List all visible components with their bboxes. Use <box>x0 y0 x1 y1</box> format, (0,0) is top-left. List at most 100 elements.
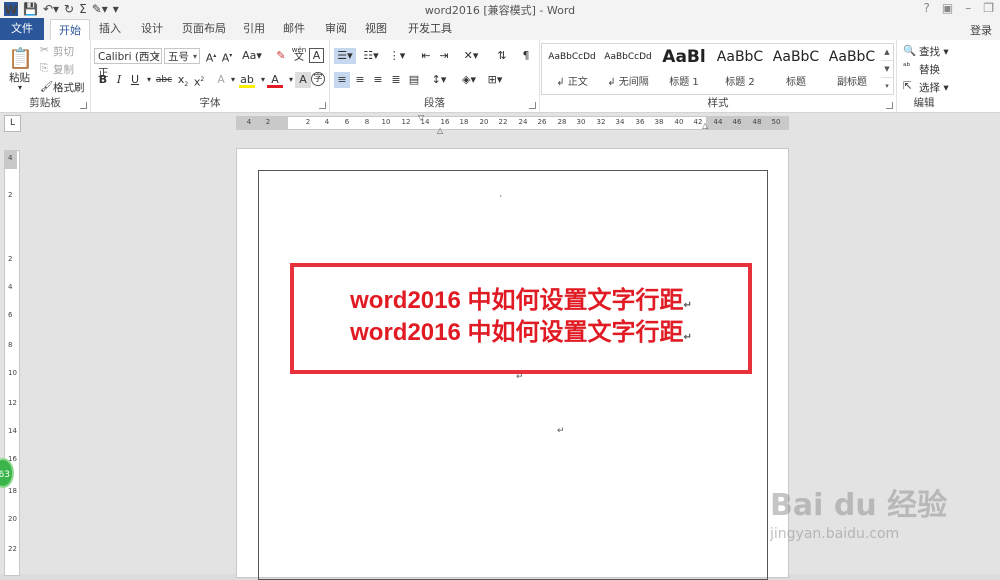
restore-icon[interactable]: ❐ <box>983 1 994 15</box>
style-subtitle[interactable]: AaBbC 副标题 <box>824 44 880 92</box>
editing-label: 编辑 <box>913 97 935 109</box>
align-center-icon[interactable]: ≡ <box>352 72 368 88</box>
tab-view[interactable]: 视图 <box>358 18 394 40</box>
ruler-number: 2 <box>8 191 13 199</box>
phonetic-guide-icon[interactable]: wén 文 <box>291 46 307 63</box>
tab-mailings[interactable]: 邮件 <box>276 18 312 40</box>
paragraph-mark: ↵ <box>683 332 692 343</box>
shrink-font-icon[interactable]: A▾ <box>219 48 235 65</box>
strikethrough-icon[interactable]: abc <box>153 72 175 88</box>
paragraph-group: ☰▾ ☷▾ ⋮▾ ⇤ ⇥ ✕▾ ⇅ ¶ ≡ ≡ ≡ ≣ ▤ ↕▾ ◈▾ ⊞▾ 段… <box>330 40 540 112</box>
superscript-icon[interactable]: x2 <box>191 72 207 89</box>
ribbon-display-icon[interactable]: ▣ <box>942 1 953 15</box>
scroll-down-icon[interactable]: ▼ <box>881 61 893 78</box>
change-case-icon[interactable]: Aa▾ <box>241 48 263 64</box>
italic-icon[interactable]: I <box>111 72 127 88</box>
style-no-spacing[interactable]: AaBbCcDd ↲ 无间隔 <box>600 44 656 92</box>
styles-scroller: ▲ ▼ ▾ <box>881 43 894 95</box>
align-left-icon[interactable]: ≡ <box>334 72 350 88</box>
font-family-select[interactable]: Calibri (西文正 ▾ <box>94 48 162 79</box>
tab-insert[interactable]: 插入 <box>92 18 128 40</box>
highlight-icon[interactable]: ab <box>239 72 255 88</box>
justify-icon[interactable]: ≣ <box>388 72 404 88</box>
tab-file[interactable]: 文件 <box>0 18 44 40</box>
decrease-indent-icon[interactable]: ⇤ <box>418 48 434 64</box>
font-color-icon[interactable]: A <box>267 72 283 88</box>
cut-button[interactable]: 剪切 <box>53 44 74 59</box>
ruler-number: 36 <box>635 118 645 126</box>
hanging-indent-icon[interactable]: △ <box>437 126 443 135</box>
right-indent-icon[interactable]: △ <box>702 121 708 130</box>
clear-format-icon[interactable]: ✎ <box>273 48 289 64</box>
paste-dropdown-icon[interactable]: ▾ <box>18 83 22 92</box>
chinese-layout-icon[interactable]: ✕▾ <box>460 48 482 64</box>
minimize-icon[interactable]: – <box>965 1 971 15</box>
tab-review[interactable]: 审阅 <box>318 18 354 40</box>
tab-home[interactable]: 开始 <box>50 19 90 41</box>
tab-references[interactable]: 引用 <box>236 18 272 40</box>
character-border-icon[interactable]: A <box>309 48 324 63</box>
tab-developer[interactable]: 开发工具 <box>402 18 458 40</box>
tab-page-layout[interactable]: 页面布局 <box>176 18 232 40</box>
character-shading-icon[interactable]: A <box>295 72 311 88</box>
cut-icon[interactable]: ✂ <box>40 44 49 56</box>
numbering-icon[interactable]: ☷▾ <box>360 48 382 64</box>
grow-font-icon[interactable]: A▴ <box>203 48 219 65</box>
shading-icon[interactable]: ◈▾ <box>458 72 480 88</box>
distributed-icon[interactable]: ▤ <box>406 72 422 88</box>
replace-button[interactable]: 替换 <box>919 62 940 77</box>
multilevel-list-icon[interactable]: ⋮▾ <box>386 48 408 64</box>
ruler-number: 22 <box>8 545 17 553</box>
style-name-text: 正文 <box>567 77 588 88</box>
copy-icon[interactable]: ⎘ <box>40 62 48 75</box>
style-heading-1[interactable]: AaBl 标题 1 <box>656 44 712 92</box>
tab-design[interactable]: 设计 <box>134 18 170 40</box>
ruler-number: 2 <box>8 255 13 263</box>
styles-launcher-icon[interactable] <box>886 102 893 109</box>
first-line-indent-icon[interactable]: ▽ <box>418 113 424 122</box>
heading-line-2[interactable]: word2016 中如何设置文字行距↵ <box>294 312 748 347</box>
bold-icon[interactable]: B <box>95 72 111 88</box>
style-heading-2[interactable]: AaBbC 标题 2 <box>712 44 768 92</box>
select-button[interactable]: 选择 ▾ <box>919 80 949 95</box>
ruler-number: 38 <box>654 118 664 126</box>
clipboard-group: 📋 粘贴 ▾ ✂ 剪切 ⎘ 复制 🖌 格式刷 剪贴板 <box>0 40 91 112</box>
copy-button[interactable]: 复制 <box>53 62 74 77</box>
tab-selector[interactable]: L <box>4 115 21 132</box>
select-icon[interactable]: ⇱ <box>903 80 912 92</box>
style-normal[interactable]: AaBbCcDd ↲ 正文 <box>544 44 600 92</box>
line-spacing-icon[interactable]: ↕▾ <box>428 72 450 88</box>
style-title[interactable]: AaBbC 标题 <box>768 44 824 92</box>
title-bar: W 💾 ↶▾ ↻ Σ ✎▾ ▾ word2016 [兼容模式] - Word ?… <box>0 0 1000 18</box>
login-link[interactable]: 登录 <box>970 22 992 38</box>
find-icon[interactable]: 🔍 <box>903 44 916 57</box>
font-launcher-icon[interactable] <box>319 102 326 109</box>
increase-indent-icon[interactable]: ⇥ <box>436 48 452 64</box>
sort-icon[interactable]: ⇅ <box>494 48 510 64</box>
format-painter-button[interactable]: 格式刷 <box>53 80 85 95</box>
font-size-select[interactable]: 五号 ▾ <box>164 48 200 64</box>
clipboard-launcher-icon[interactable] <box>80 102 87 109</box>
font-size-value: 五号 <box>168 51 189 63</box>
format-painter-icon[interactable]: 🖌 <box>40 80 53 93</box>
help-icon[interactable]: ? <box>924 1 930 15</box>
scroll-up-icon[interactable]: ▲ <box>881 44 893 61</box>
paragraph-launcher-icon[interactable] <box>529 102 536 109</box>
window-title: word2016 [兼容模式] - Word <box>424 4 576 17</box>
ruler-number: 12 <box>401 118 411 126</box>
align-right-icon[interactable]: ≡ <box>370 72 386 88</box>
paste-icon[interactable]: 📋 <box>8 46 33 70</box>
enclose-character-icon[interactable]: 字 <box>311 72 325 86</box>
replace-icon[interactable]: ᵃᵇ <box>903 62 910 72</box>
ruler-number: 6 <box>344 118 350 126</box>
heading-line-2-text: word2016 中如何设置文字行距 <box>350 319 684 346</box>
subscript-icon[interactable]: x2 <box>175 72 191 88</box>
heading-line-1[interactable]: word2016 中如何设置文字行距↵ <box>294 280 748 315</box>
ruler-number: 20 <box>8 515 17 523</box>
borders-icon[interactable]: ⊞▾ <box>484 72 506 88</box>
vertical-ruler[interactable]: 4 2 2 4 6 8 10 12 14 16 18 20 22 <box>4 150 20 576</box>
find-button[interactable]: 查找 ▾ <box>919 44 949 59</box>
more-styles-icon[interactable]: ▾ <box>881 78 893 94</box>
bullets-icon[interactable]: ☰▾ <box>334 48 356 64</box>
show-marks-icon[interactable]: ¶ <box>518 48 534 64</box>
